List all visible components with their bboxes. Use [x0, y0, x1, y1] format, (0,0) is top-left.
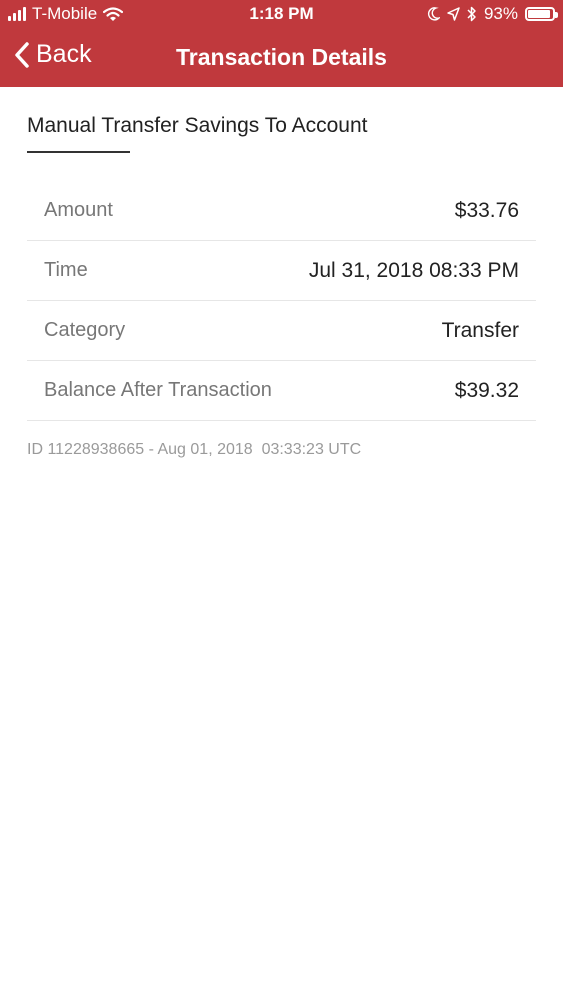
battery-percent: 93%	[483, 4, 518, 23]
status-right: 93%	[427, 4, 558, 24]
battery-fill	[528, 10, 551, 18]
status-bar: T-Mobile 1:18 PM 93%	[0, 0, 563, 28]
page-title: Transaction Details	[176, 44, 387, 70]
nav-bar: Back Transaction Details	[0, 28, 563, 87]
moon-icon	[427, 7, 440, 21]
detail-label: Time	[44, 259, 88, 281]
details-list: Amount $33.76 Time Jul 31, 2018 08:33 PM…	[27, 181, 536, 421]
detail-value: $39.32	[454, 378, 519, 402]
transaction-meta: ID 11228938665 - Aug 01, 2018 03:33:23 U…	[27, 441, 362, 458]
detail-row-amount: Amount $33.76	[27, 181, 536, 241]
detail-label: Amount	[44, 199, 113, 221]
detail-row-balance: Balance After Transaction $39.32	[27, 361, 536, 421]
detail-row-category: Category Transfer	[27, 301, 536, 361]
transaction-description: Manual Transfer Savings To Account	[27, 114, 368, 137]
detail-label: Category	[44, 319, 126, 341]
bluetooth-icon	[467, 6, 476, 22]
detail-value: Transfer	[441, 318, 519, 342]
description-underline	[27, 151, 130, 153]
header: T-Mobile 1:18 PM 93% Back Transaction De…	[0, 0, 563, 87]
battery-icon	[525, 7, 558, 21]
location-icon	[447, 7, 460, 21]
detail-value: Jul 31, 2018 08:33 PM	[308, 258, 519, 282]
detail-value: $33.76	[454, 198, 519, 222]
detail-label: Balance After Transaction	[44, 379, 272, 401]
detail-row-time: Time Jul 31, 2018 08:33 PM	[27, 241, 536, 301]
